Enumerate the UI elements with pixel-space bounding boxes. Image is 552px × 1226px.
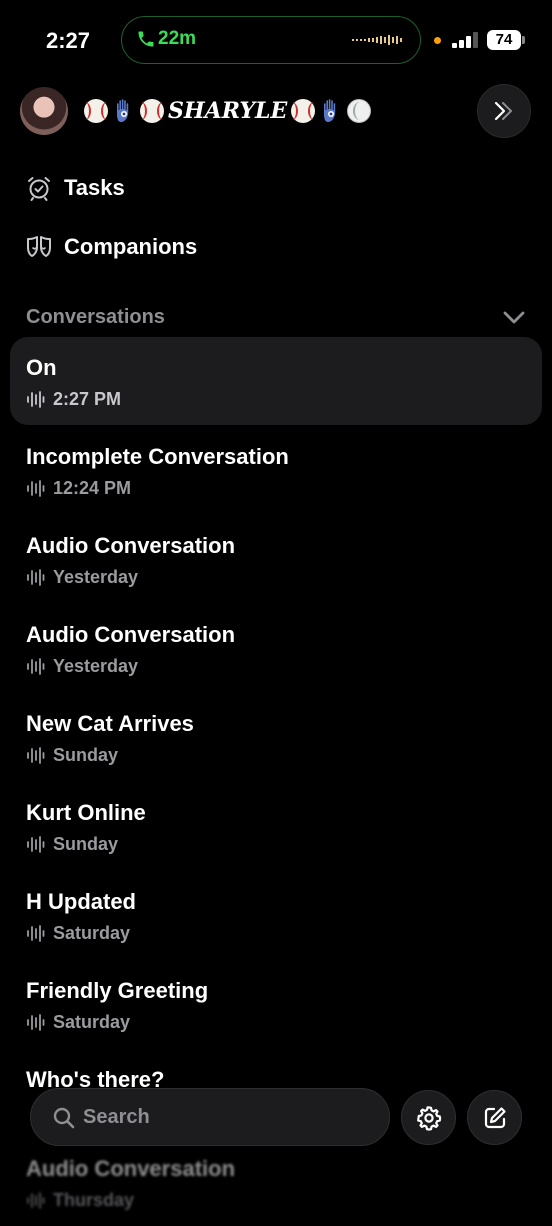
section-title-conversations: Conversations — [26, 306, 165, 328]
waveform-icon — [27, 1192, 45, 1209]
hamsa-icon — [117, 99, 129, 122]
battery-indicator: 74 — [487, 30, 521, 50]
conversation-time: Saturday — [53, 923, 131, 943]
baseball-icon — [140, 99, 164, 123]
privacy-indicator — [434, 37, 441, 44]
chevron-down-icon[interactable] — [502, 306, 526, 328]
conversation-time: Sunday — [53, 745, 119, 765]
conversation-title: Audio Conversation — [26, 1156, 236, 1181]
waveform-icon — [27, 480, 45, 497]
call-pill[interactable]: 22m — [121, 16, 421, 64]
waveform-icon — [27, 391, 45, 408]
conversation-time: Yesterday — [53, 656, 139, 676]
conversation-meta: Yesterday — [26, 567, 138, 588]
baseball-icon — [291, 99, 316, 123]
conversation-time: 2:27 PM — [53, 389, 122, 409]
conversation-meta: Yesterday — [26, 656, 138, 677]
conversation-meta: Sunday — [26, 834, 118, 855]
signal-icon — [452, 32, 478, 48]
audio-level-icon — [352, 35, 402, 45]
waveform-icon — [27, 747, 45, 764]
nav-label-tasks: Tasks — [64, 175, 125, 200]
nav-item-companions[interactable]: Companions — [26, 232, 197, 262]
conversation-item[interactable]: New Cat Arrives Sunday — [10, 693, 542, 781]
new-conversation-button[interactable] — [467, 1090, 522, 1145]
conversation-item[interactable]: Kurt Online Sunday — [10, 782, 542, 870]
username-text: SHARYLE — [168, 98, 288, 124]
status-time: 2:27 — [46, 28, 91, 53]
conversation-time: Saturday — [53, 1012, 131, 1032]
conversation-meta: Sunday — [26, 745, 118, 766]
nav-label-companions: Companions — [64, 234, 198, 259]
waveform-icon — [27, 569, 45, 586]
conversation-time: Thursday — [53, 1190, 135, 1210]
username: SHARYLE — [84, 95, 372, 127]
battery-tip — [522, 36, 525, 44]
waveform-icon — [27, 658, 45, 675]
search-icon — [53, 1107, 75, 1129]
compose-icon — [484, 1106, 506, 1128]
conversation-meta: 2:27 PM — [26, 389, 121, 410]
conversation-title: New Cat Arrives — [26, 711, 194, 736]
conversation-item[interactable]: H Updated Saturday — [10, 871, 542, 959]
conversation-title: Audio Conversation — [26, 622, 236, 647]
conversation-title: Audio Conversation — [26, 533, 236, 558]
conversation-item[interactable]: Audio Conversation Thursday — [10, 1138, 542, 1226]
conversation-item[interactable]: Audio Conversation Yesterday — [10, 515, 542, 603]
status-bar: 2:27 22m 74 — [0, 0, 552, 80]
conversation-time: Sunday — [53, 834, 119, 854]
conversation-title: Friendly Greeting — [26, 978, 209, 1003]
search-placeholder: Search — [83, 1106, 150, 1128]
hamsa-icon — [324, 99, 336, 122]
conversation-meta: Saturday — [26, 1012, 130, 1033]
conversation-item[interactable]: Audio Conversation Yesterday — [10, 604, 542, 692]
gear-icon — [416, 1105, 441, 1131]
volleyball-icon — [347, 99, 372, 123]
conversation-item[interactable]: Friendly Greeting Saturday — [10, 960, 542, 1048]
conversation-item[interactable]: Incomplete Conversation 12:24 PM — [10, 426, 542, 514]
waveform-icon — [27, 836, 45, 853]
conversation-meta: 12:24 PM — [26, 478, 131, 499]
collapse-sidebar-button[interactable] — [477, 84, 531, 138]
settings-button[interactable] — [401, 1090, 456, 1145]
conversation-title: Incomplete Conversation — [26, 444, 289, 469]
conversation-item[interactable]: On 2:27 PM — [10, 337, 542, 425]
nav-item-tasks[interactable]: Tasks — [26, 173, 125, 203]
double-chevron-right-icon — [494, 101, 512, 121]
alarm-clock-icon — [28, 177, 50, 201]
conversation-title: On — [26, 355, 57, 380]
conversation-meta: Saturday — [26, 923, 130, 944]
conversation-time: 12:24 PM — [53, 478, 132, 498]
waveform-icon — [27, 925, 45, 942]
conversation-title: H Updated — [26, 889, 136, 914]
search-input[interactable]: Search — [30, 1088, 390, 1146]
conversation-title: Kurt Online — [26, 800, 146, 825]
conversation-meta: Thursday — [26, 1190, 134, 1211]
avatar[interactable] — [20, 87, 68, 135]
baseball-icon — [84, 99, 108, 123]
waveform-icon — [27, 1014, 45, 1031]
companions-icon — [27, 236, 51, 257]
conversation-time: Yesterday — [53, 567, 139, 587]
call-duration: 22m — [158, 28, 197, 49]
phone-icon — [138, 31, 154, 47]
